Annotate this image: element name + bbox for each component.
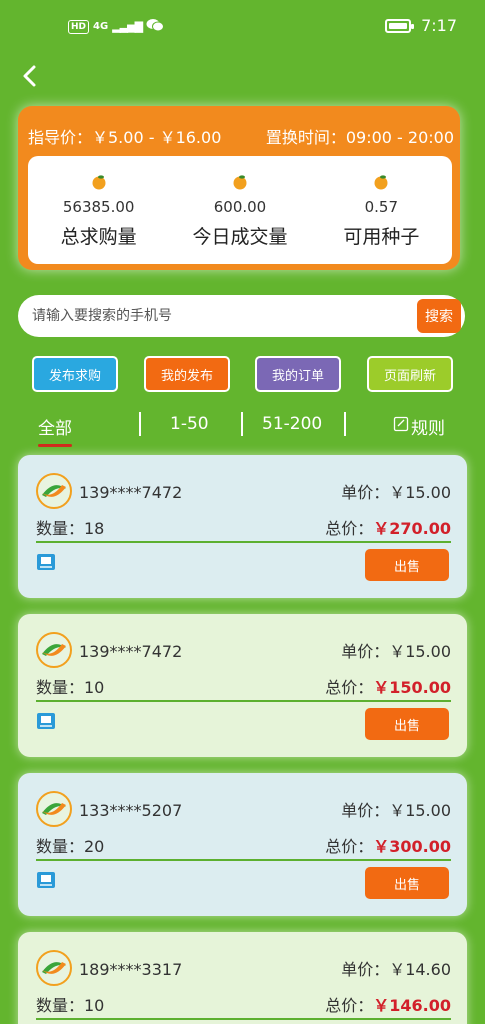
quantity: 数量：10 xyxy=(36,996,105,1015)
buyer-phone: 139****7472 xyxy=(79,483,183,502)
my-posts-button[interactable]: 我的发布 xyxy=(144,356,230,392)
avatar xyxy=(36,473,72,509)
filter-tabs: 全部 1-50 51-200 规则 xyxy=(0,410,485,447)
stats-panel: 56385.00 总求购量 600.00 今日成交量 0.57 可用种子 xyxy=(28,156,452,264)
tab-divider xyxy=(344,412,346,436)
quantity: 数量：20 xyxy=(36,837,105,856)
total-price: 总价：￥300.00 xyxy=(325,833,451,857)
total-label: 总价： xyxy=(325,837,374,856)
total-price: 总价：￥270.00 xyxy=(325,515,451,539)
orange-icon xyxy=(232,174,248,190)
refresh-button[interactable]: 页面刷新 xyxy=(367,356,453,392)
total-amount: ￥150.00 xyxy=(373,678,451,697)
stat-total-demand: 56385.00 总求购量 xyxy=(28,156,169,264)
my-orders-button[interactable]: 我的订单 xyxy=(255,356,341,392)
tab-divider xyxy=(139,412,141,436)
sell-button[interactable]: 出售 xyxy=(365,708,449,740)
buyer-phone: 133****5207 xyxy=(79,801,183,820)
tab-51-200[interactable]: 51-200 xyxy=(262,414,322,434)
buyer-phone: 139****7472 xyxy=(79,642,183,661)
divider xyxy=(36,700,451,702)
status-icons-left: HD 4G ▂▃▅▇ xyxy=(68,18,165,35)
orange-icon xyxy=(373,174,389,190)
stat-value: 56385.00 xyxy=(62,198,135,216)
quantity: 数量：18 xyxy=(36,519,105,538)
stat-label: 可用种子 xyxy=(343,226,420,248)
unit-price: 单价：￥15.00 xyxy=(341,642,451,661)
total-amount: ￥146.00 xyxy=(373,996,451,1015)
total-price: 总价：￥146.00 xyxy=(325,992,451,1016)
stat-label: 总求购量 xyxy=(60,226,137,248)
search-button[interactable]: 搜索 xyxy=(417,299,461,333)
unit-price: 单价：￥14.60 xyxy=(341,960,451,979)
total-price: 总价：￥150.00 xyxy=(325,674,451,698)
post-demand-button[interactable]: 发布求购 xyxy=(32,356,118,392)
buyer-phone: 189****3317 xyxy=(79,960,183,979)
unit-price: 单价：￥15.00 xyxy=(341,801,451,820)
guide-price: 指导价：￥5.00 - ￥16.00 xyxy=(28,128,222,147)
total-amount: ￥300.00 xyxy=(373,837,451,856)
rules-label: 规则 xyxy=(411,419,445,439)
order-card: 133****5207 单价：￥15.00 数量：20 总价：￥300.00 出… xyxy=(18,773,467,916)
total-label: 总价： xyxy=(325,996,374,1015)
signal-icon: ▂▃▅▇ xyxy=(112,20,143,33)
action-buttons: 发布求购 我的发布 我的订单 页面刷新 xyxy=(32,356,454,392)
wechat-icon xyxy=(146,18,165,35)
sell-button[interactable]: 出售 xyxy=(365,867,449,899)
stat-value: 600.00 xyxy=(213,198,267,216)
search-bar: 搜索 xyxy=(18,295,465,337)
quantity: 数量：10 xyxy=(36,678,105,697)
divider xyxy=(36,859,451,861)
tab-divider xyxy=(241,412,243,436)
clock: 7:17 xyxy=(421,16,457,35)
unit-price: 单价：￥15.00 xyxy=(341,483,451,502)
qrcode-icon xyxy=(36,553,56,571)
qrcode-icon xyxy=(36,871,56,889)
order-card: 139****7472 单价：￥15.00 数量：18 总价：￥270.00 出… xyxy=(18,455,467,598)
avatar xyxy=(36,950,72,986)
status-icons-right: 7:17 xyxy=(385,16,457,35)
tab-1-50[interactable]: 1-50 xyxy=(170,414,209,434)
stat-available-seeds: 0.57 可用种子 xyxy=(311,156,452,264)
stat-value: 0.57 xyxy=(364,198,399,216)
divider xyxy=(36,1018,451,1020)
battery-icon xyxy=(385,18,415,33)
hd-indicator: HD xyxy=(68,19,90,34)
total-amount: ￥270.00 xyxy=(373,519,451,538)
order-card: 189****3317 单价：￥14.60 数量：10 总价：￥146.00 出… xyxy=(18,932,467,1024)
total-label: 总价： xyxy=(325,519,374,538)
stat-label: 今日成交量 xyxy=(192,226,288,248)
summary-card: 指导价：￥5.00 - ￥16.00 置换时间：09:00 - 20:00 56… xyxy=(18,106,460,270)
sell-button[interactable]: 出售 xyxy=(365,549,449,581)
divider xyxy=(36,541,451,543)
total-label: 总价： xyxy=(325,678,374,697)
status-bar: HD 4G ▂▃▅▇ 7:17 xyxy=(0,0,485,56)
avatar xyxy=(36,791,72,827)
order-card: 139****7472 单价：￥15.00 数量：10 总价：￥150.00 出… xyxy=(18,614,467,757)
tab-all[interactable]: 全部 xyxy=(38,414,72,447)
orange-icon xyxy=(91,174,107,190)
stat-today-volume: 600.00 今日成交量 xyxy=(169,156,310,264)
back-icon[interactable] xyxy=(18,62,42,90)
edit-icon xyxy=(393,416,409,437)
rules-link[interactable]: 规则 xyxy=(393,414,445,439)
avatar xyxy=(36,632,72,668)
search-input[interactable] xyxy=(32,295,412,337)
network-type: 4G xyxy=(93,21,109,32)
qrcode-icon xyxy=(36,712,56,730)
exchange-time: 置换时间：09:00 - 20:00 xyxy=(265,128,454,147)
